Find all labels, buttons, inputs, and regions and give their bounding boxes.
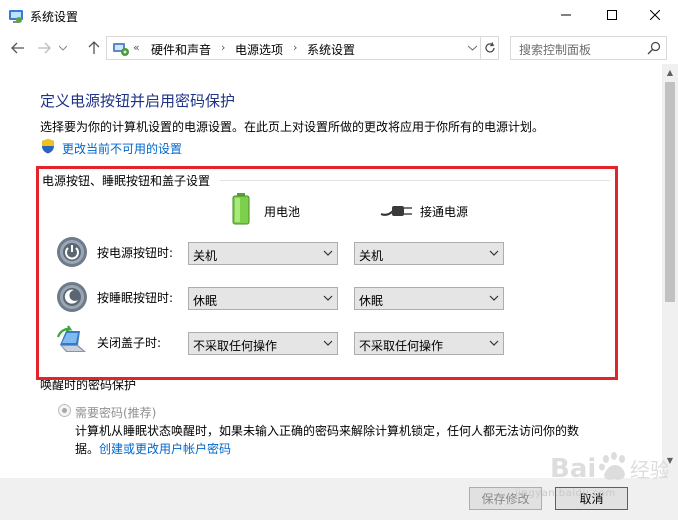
create-password-link[interactable]: 创建或更改用户帐户密码 [99, 442, 231, 456]
breadcrumb-system-settings[interactable]: 系统设置 [307, 41, 355, 58]
forward-button[interactable] [34, 38, 54, 58]
close-button[interactable] [632, 0, 678, 30]
minimize-icon [561, 14, 571, 16]
password-description-continued: 据。创建或更改用户帐户密码 [75, 440, 231, 457]
search-icon[interactable] [647, 41, 661, 55]
change-unavailable-settings-link[interactable]: 更改当前不可用的设置 [62, 140, 182, 157]
forward-arrow-icon [38, 42, 51, 54]
maximize-icon [607, 10, 617, 20]
hardware-sound-icon [113, 43, 129, 56]
scroll-up-button[interactable]: ▲ [662, 64, 678, 80]
svg-text:Bai: Bai [550, 454, 596, 484]
uac-shield-icon [42, 139, 54, 154]
require-password-radio[interactable] [58, 404, 71, 417]
address-dropdown-button[interactable] [465, 39, 479, 57]
svg-text:经验: 经验 [630, 458, 668, 482]
breadcrumb-overflow[interactable]: « [133, 41, 140, 54]
breadcrumb-separator: › [221, 41, 226, 54]
navigation-bar: « 硬件和声音 › 电源选项 › 系统设置 搜索控制面板 [0, 32, 678, 64]
window-title: 系统设置 [30, 10, 79, 24]
breadcrumb-hardware-sound[interactable]: 硬件和声音 [151, 41, 211, 58]
maximize-button[interactable] [589, 0, 635, 30]
highlight-box [36, 166, 618, 380]
recent-locations-button[interactable] [56, 38, 70, 58]
minimize-button[interactable] [543, 0, 589, 30]
password-description: 计算机从睡眠状态唤醒时，如果未输入正确的密码来解除计算机锁定，任何人都无法访问你… [75, 424, 580, 438]
require-password-label: 需要密码(推荐) [75, 406, 157, 420]
password-description-tail: 据。 [75, 442, 100, 456]
refresh-button[interactable] [480, 37, 499, 59]
radio-selected-dot [62, 408, 67, 413]
up-button[interactable] [84, 38, 104, 58]
chevron-down-icon [59, 45, 67, 51]
scrollbar-thumb[interactable] [665, 82, 675, 302]
watermark-text: jingyan.baidu.com [515, 488, 616, 499]
page-description: 选择要为你的计算机设置的电源设置。在此页上对设置所做的更改将应用于你所有的电源计… [40, 120, 545, 134]
back-button[interactable] [8, 38, 28, 58]
address-bar[interactable]: « 硬件和声音 › 电源选项 › 系统设置 [106, 36, 499, 60]
control-panel-icon [9, 10, 23, 23]
up-arrow-icon [88, 41, 100, 54]
close-icon [650, 10, 660, 20]
search-placeholder: 搜索控制面板 [519, 43, 592, 57]
chevron-down-icon [467, 45, 477, 51]
refresh-icon [485, 42, 495, 53]
search-box[interactable]: 搜索控制面板 [510, 36, 667, 60]
breadcrumb-power-options[interactable]: 电源选项 [235, 41, 283, 58]
breadcrumb-separator: › [293, 41, 298, 54]
title-bar: 系统设置 [0, 0, 678, 32]
page-title: 定义电源按钮并启用密码保护 [40, 92, 236, 110]
back-arrow-icon [11, 42, 24, 54]
